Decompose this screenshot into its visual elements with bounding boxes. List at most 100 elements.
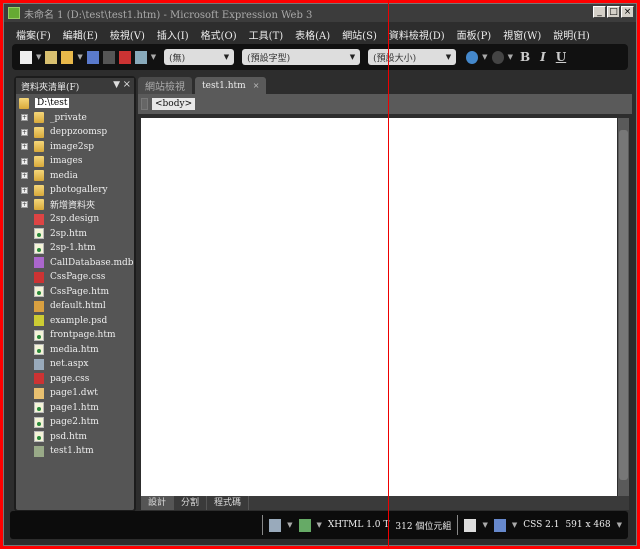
tree-file[interactable]: net.aspx (16, 357, 134, 372)
menu-item[interactable]: 編輯(E) (57, 27, 104, 42)
folder-icon (34, 170, 44, 182)
tree-file[interactable]: CssPage.css (16, 270, 134, 285)
expand-icon[interactable]: + (21, 201, 28, 209)
tree-file[interactable]: frontpage.htm (16, 328, 134, 343)
tree-file[interactable]: page1.htm (16, 401, 134, 416)
tab-split[interactable]: 分割 (174, 496, 208, 510)
menu-item[interactable]: 視窗(W) (497, 27, 547, 42)
visual-aids-icon[interactable] (269, 518, 282, 532)
tree-file[interactable]: CallDatabase.mdb (16, 256, 134, 271)
tab-design[interactable]: 設計 (141, 496, 175, 510)
tree-file[interactable]: page1.dwt (16, 386, 134, 401)
chevron-down-icon[interactable]: ▼ (617, 521, 622, 529)
chevron-down-icon[interactable]: ▼ (482, 521, 487, 529)
tree-file[interactable]: test1.htm (16, 444, 134, 459)
style-app-icon[interactable] (298, 518, 311, 532)
expand-icon[interactable]: + (21, 128, 28, 136)
css-file-icon (34, 271, 44, 283)
tree-folder[interactable]: + 新增資料夾 (16, 198, 134, 213)
new-page-icon[interactable] (20, 50, 32, 64)
menu-item[interactable]: 面板(P) (451, 27, 498, 42)
tree-file[interactable]: page.css (16, 372, 134, 387)
italic-button[interactable]: I (537, 50, 549, 64)
menu-item[interactable]: 檔案(F) (10, 27, 57, 42)
tab-site-view[interactable]: 網站檢視 (138, 77, 192, 94)
tree-file[interactable]: 2sp.htm (16, 227, 134, 242)
chevron-down-icon[interactable]: ▼ (287, 521, 292, 529)
design-canvas[interactable] (141, 118, 617, 496)
folder-label: photogallery (50, 185, 108, 196)
maximize-button[interactable]: □ (607, 6, 620, 18)
menu-item[interactable]: 說明(H) (547, 27, 596, 42)
tree-folder[interactable]: + images (16, 154, 134, 169)
menu-item[interactable]: 工具(T) (243, 27, 289, 42)
css-version-label[interactable]: CSS 2.1 (523, 520, 559, 530)
tree-file[interactable]: CssPage.htm (16, 285, 134, 300)
pen-icon[interactable] (464, 518, 477, 532)
menu-item[interactable]: 格式(O) (195, 27, 243, 42)
file-label: default.html (50, 301, 106, 312)
expand-icon[interactable]: + (21, 114, 28, 122)
close-button[interactable]: × (621, 6, 634, 18)
chart-icon[interactable] (493, 518, 506, 532)
tree-file[interactable]: default.html (16, 299, 134, 314)
size-select[interactable]: (預設大小) ▼ (368, 49, 457, 65)
menu-item[interactable]: 插入(I) (151, 27, 195, 42)
doctype-label[interactable]: XHTML 1.0 T (328, 520, 390, 530)
chevron-down-icon[interactable]: ▼ (77, 53, 82, 61)
expand-icon[interactable]: + (21, 186, 28, 194)
tree-file[interactable]: psd.htm (16, 430, 134, 445)
tree-folder[interactable]: + _private (16, 111, 134, 126)
expand-icon[interactable]: + (21, 172, 28, 180)
expand-icon[interactable]: + (21, 157, 28, 165)
save-all-icon[interactable] (102, 50, 115, 64)
chevron-down-icon[interactable]: ▼ (482, 53, 487, 61)
sharepoint-icon[interactable] (118, 50, 131, 64)
chevron-down-icon[interactable]: ▼ (512, 521, 517, 529)
undo-icon[interactable] (466, 50, 479, 64)
menu-item[interactable]: 資料檢視(D) (383, 27, 451, 42)
expand-icon[interactable]: + (21, 143, 28, 151)
menu-item[interactable]: 表格(A) (289, 27, 336, 42)
scroll-thumb[interactable] (619, 130, 628, 480)
close-panel-icon[interactable]: × (123, 79, 131, 90)
scroll-left-icon[interactable] (141, 98, 148, 110)
vertical-scrollbar[interactable] (618, 118, 629, 496)
tree-root[interactable]: D:\test (16, 96, 134, 111)
chevron-down-icon[interactable]: ▼ (317, 521, 322, 529)
chevron-down-icon[interactable]: ▼ (36, 53, 41, 61)
new-site-icon[interactable] (45, 50, 58, 64)
underline-button[interactable]: U (553, 50, 569, 64)
save-icon[interactable] (86, 50, 99, 64)
tree-file[interactable]: 2sp-1.htm (16, 241, 134, 256)
body-tag[interactable]: <body> (152, 98, 196, 110)
tree-file[interactable]: example.psd (16, 314, 134, 329)
pin-icon[interactable]: ▼ (113, 80, 120, 90)
close-tab-icon[interactable]: × (253, 81, 260, 90)
tree-folder[interactable]: + photogallery (16, 183, 134, 198)
file-label: CallDatabase.mdb (50, 257, 134, 268)
tab-test1[interactable]: test1.htm × (195, 77, 267, 94)
menu-item[interactable]: 檢視(V) (104, 27, 151, 42)
tab-code[interactable]: 程式碼 (207, 496, 250, 510)
page-size-label[interactable]: 591 x 468 (565, 520, 610, 530)
style-value: (無) (169, 53, 186, 64)
tree-file[interactable]: 2sp.design (16, 212, 134, 227)
font-select[interactable]: (預設字型) ▼ (242, 49, 361, 65)
tree-folder[interactable]: + image2sp (16, 140, 134, 155)
chevron-down-icon[interactable]: ▼ (508, 53, 513, 61)
menu-item[interactable]: 網站(S) (336, 27, 383, 42)
tree-folder[interactable]: + deppzoomsp (16, 125, 134, 140)
preview-icon[interactable] (134, 50, 147, 64)
tree-file[interactable]: media.htm (16, 343, 134, 358)
redo-icon[interactable] (491, 50, 504, 64)
bold-button[interactable]: B (517, 50, 533, 64)
panel-title: 資料夾清單(F) (21, 82, 80, 93)
style-select[interactable]: (無) ▼ (164, 49, 235, 65)
minimize-button[interactable]: _ (593, 6, 606, 18)
chevron-down-icon[interactable]: ▼ (151, 53, 156, 61)
tree-folder[interactable]: + media (16, 169, 134, 184)
tree-file[interactable]: page2.htm (16, 415, 134, 430)
folder-label: deppzoomsp (50, 127, 108, 138)
open-folder-icon[interactable] (61, 50, 74, 64)
